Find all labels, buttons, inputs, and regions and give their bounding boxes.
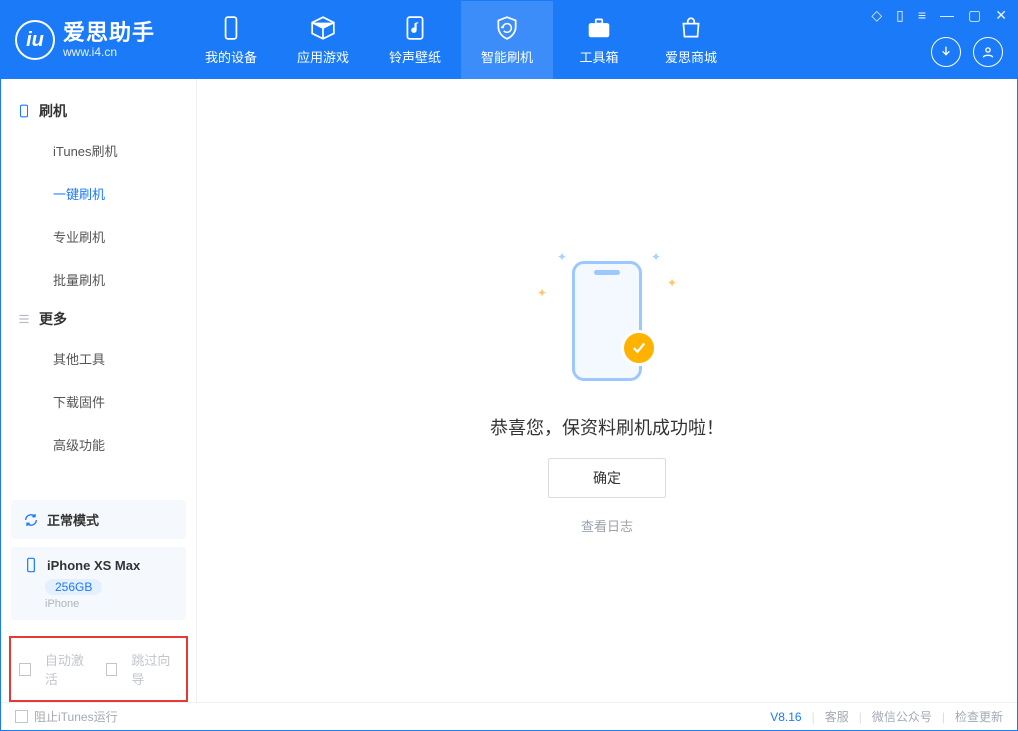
sidebar-group-flash[interactable]: 刷机: [1, 93, 196, 129]
device-type: iPhone: [45, 598, 174, 610]
main-tabs: 我的设备 应用游戏 铃声壁纸 智能刷机 工具箱 爱思商城: [185, 1, 737, 79]
list-icon: [17, 312, 31, 326]
download-button[interactable]: [931, 37, 961, 67]
sparkle-icon: ✦: [537, 286, 547, 300]
close-button[interactable]: ✕: [995, 7, 1007, 24]
checkbox-skip-guide[interactable]: [106, 663, 118, 676]
content-panel: ✦ ✦ ✦ ✦ 恭喜您，保资料刷机成功啦！ 确定 查看日志: [197, 79, 1017, 702]
sparkle-icon: ✦: [651, 250, 661, 264]
group-title: 刷机: [39, 101, 67, 121]
maximize-button[interactable]: ▢: [968, 7, 981, 24]
tab-label: 我的设备: [205, 47, 257, 66]
bag-icon: [678, 15, 704, 41]
tab-label: 铃声壁纸: [389, 47, 441, 66]
checkbox-auto-activate[interactable]: [19, 663, 31, 676]
footer-link-wechat[interactable]: 微信公众号: [872, 708, 932, 725]
footer-link-support[interactable]: 客服: [825, 708, 849, 725]
footer-link-update[interactable]: 检查更新: [955, 708, 1003, 725]
music-file-icon: [402, 15, 428, 41]
checkbox-block-itunes[interactable]: [15, 710, 28, 723]
tab-smart-flash[interactable]: 智能刷机: [461, 1, 553, 79]
device-storage-badge: 256GB: [45, 579, 102, 595]
sidebar-item-itunes-flash[interactable]: iTunes刷机: [53, 129, 196, 172]
highlighted-options: 自动激活 跳过向导: [9, 636, 188, 702]
sidebar: 刷机 iTunes刷机 一键刷机 专业刷机 批量刷机 更多 其他工具 下载固件 …: [1, 79, 197, 702]
sync-icon: [23, 512, 39, 528]
tab-toolbox[interactable]: 工具箱: [553, 1, 645, 79]
auto-activate-label: 自动激活: [45, 650, 92, 688]
sidebar-item-oneclick-flash[interactable]: 一键刷机: [53, 172, 196, 215]
sidebar-item-other-tools[interactable]: 其他工具: [53, 337, 196, 380]
header-actions: [931, 37, 1003, 67]
tab-label: 智能刷机: [481, 47, 533, 66]
version-label: V8.16: [770, 710, 801, 724]
divider: |: [942, 710, 945, 724]
block-itunes-label: 阻止iTunes运行: [34, 708, 118, 725]
phone-outline-icon: [17, 104, 31, 118]
user-button[interactable]: [973, 37, 1003, 67]
menu-icon[interactable]: ≡: [918, 7, 926, 24]
window-controls: ◇ ▯ ≡ — ▢ ✕: [871, 7, 1007, 24]
tab-my-device[interactable]: 我的设备: [185, 1, 277, 79]
sparkle-icon: ✦: [667, 276, 677, 290]
divider: |: [812, 710, 815, 724]
tab-label: 工具箱: [580, 47, 619, 66]
tab-label: 爱思商城: [665, 47, 717, 66]
device-icon: [218, 15, 244, 41]
footer-bar: 阻止iTunes运行 V8.16 | 客服 | 微信公众号 | 检查更新: [1, 702, 1017, 730]
group-title: 更多: [39, 309, 67, 329]
header-bar: iu 爱思助手 www.i4.cn 我的设备 应用游戏 铃声壁纸 智能刷机 工具…: [1, 1, 1017, 79]
tab-label: 应用游戏: [297, 47, 349, 66]
tshirt-icon[interactable]: ◇: [871, 7, 882, 24]
device-info-box[interactable]: iPhone XS Max 256GB iPhone: [11, 547, 186, 620]
cube-icon: [310, 15, 336, 41]
sidebar-item-pro-flash[interactable]: 专业刷机: [53, 215, 196, 258]
skip-guide-label: 跳过向导: [131, 650, 178, 688]
sidebar-group-more[interactable]: 更多: [1, 301, 196, 337]
phone-small-icon[interactable]: ▯: [896, 7, 904, 24]
device-mode-box[interactable]: 正常模式: [11, 500, 186, 539]
tab-ringtone-wallpaper[interactable]: 铃声壁纸: [369, 1, 461, 79]
sidebar-item-advanced[interactable]: 高级功能: [53, 423, 196, 466]
toolbox-icon: [586, 15, 612, 41]
sidebar-item-batch-flash[interactable]: 批量刷机: [53, 258, 196, 301]
success-illustration: ✦ ✦ ✦ ✦: [527, 246, 687, 396]
app-logo: iu 爱思助手 www.i4.cn: [15, 20, 155, 60]
tab-store[interactable]: 爱思商城: [645, 1, 737, 79]
success-check-icon: [621, 330, 657, 366]
app-url: www.i4.cn: [63, 46, 155, 60]
app-name: 爱思助手: [63, 20, 155, 45]
device-mode-label: 正常模式: [47, 510, 99, 529]
sparkle-icon: ✦: [557, 250, 567, 264]
logo-icon: iu: [15, 20, 55, 60]
view-log-link[interactable]: 查看日志: [581, 516, 633, 535]
divider: |: [859, 710, 862, 724]
main-area: 刷机 iTunes刷机 一键刷机 专业刷机 批量刷机 更多 其他工具 下载固件 …: [1, 79, 1017, 702]
sidebar-item-download-firmware[interactable]: 下载固件: [53, 380, 196, 423]
device-name: iPhone XS Max: [47, 558, 140, 573]
result-message: 恭喜您，保资料刷机成功啦！: [490, 414, 724, 440]
shield-refresh-icon: [494, 15, 520, 41]
tab-apps-games[interactable]: 应用游戏: [277, 1, 369, 79]
minimize-button[interactable]: —: [940, 7, 954, 24]
ok-button[interactable]: 确定: [548, 458, 666, 498]
phone-icon: [23, 557, 39, 573]
